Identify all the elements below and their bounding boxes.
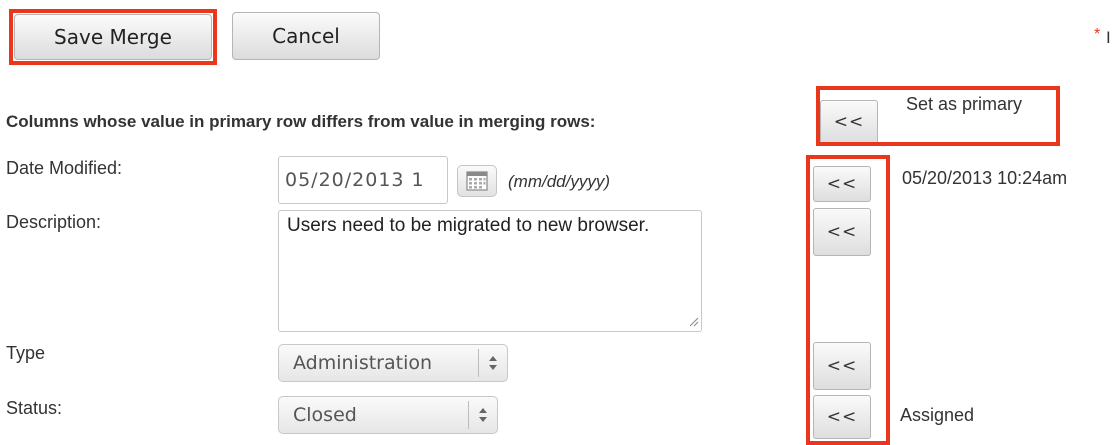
calendar-icon[interactable] xyxy=(457,165,497,197)
description-label: Description: xyxy=(6,212,102,232)
select-arrows-icon xyxy=(485,345,501,381)
copy-type-button[interactable]: << xyxy=(813,342,871,390)
description-textarea[interactable]: Users need to be migrated to new browser… xyxy=(278,210,702,332)
cancel-button[interactable]: Cancel xyxy=(232,12,380,60)
type-select[interactable]: Administration xyxy=(278,344,508,382)
select-divider xyxy=(478,349,479,377)
required-note-partial: I xyxy=(1106,28,1111,47)
resize-handle-icon[interactable] xyxy=(689,317,699,327)
select-divider xyxy=(468,401,469,429)
date-modified-label: Date Modified: xyxy=(6,158,123,178)
date-modified-input[interactable]: 05/20/2013 1 xyxy=(278,156,448,204)
set-as-primary-label: Set as primary xyxy=(906,94,1023,114)
required-marker: * xyxy=(1094,26,1101,43)
copy-date-modified-button[interactable]: << xyxy=(813,166,871,202)
type-select-value: Administration xyxy=(293,352,433,374)
status-label: Status: xyxy=(6,398,63,418)
status-select-value: Closed xyxy=(293,404,357,426)
status-merge-value: Assigned xyxy=(900,405,975,425)
section-heading: Columns whose value in primary row diffe… xyxy=(6,112,596,131)
select-arrows-icon xyxy=(475,397,491,433)
date-format-hint: (mm/dd/yyyy) xyxy=(508,172,610,191)
copy-description-button[interactable]: << xyxy=(813,208,871,256)
copy-status-button[interactable]: << xyxy=(813,395,871,439)
type-label: Type xyxy=(6,343,46,363)
date-modified-merge-value: 05/20/2013 10:24am xyxy=(902,168,1068,188)
status-select[interactable]: Closed xyxy=(278,396,498,434)
save-merge-button[interactable]: Save Merge xyxy=(14,14,212,60)
set-as-primary-button[interactable]: << xyxy=(820,100,878,144)
